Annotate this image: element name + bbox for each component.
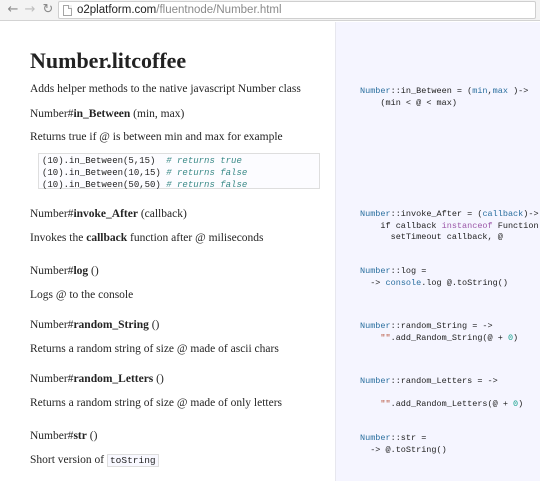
section-desc-random-string: Returns a random string of size @ made o… — [30, 343, 279, 355]
code-str: Number::str = -> @.toString() — [360, 433, 447, 455]
reload-icon[interactable]: ↻ — [40, 2, 56, 18]
code-in-between: Number::in_Between = (min,max )-> (min <… — [360, 86, 529, 108]
section-heading-in-between: Number#in_Between (min, max) — [30, 108, 185, 120]
example-line: (10).in_Between(50,50) # returns false — [42, 180, 248, 190]
section-desc-log: Logs @ to the console — [30, 289, 134, 301]
example-line: (10).in_Between(10,15) # returns false — [42, 168, 248, 178]
section-desc-invoke-after: Invokes the callback function after @ mi… — [30, 232, 264, 244]
example-code-block: (10).in_Between(5,15) # returns true (10… — [38, 153, 320, 190]
section-desc-in-between: Returns true if @ is between min and max… — [30, 131, 283, 143]
back-arrow-icon[interactable]: ← — [5, 2, 21, 18]
code-invoke-after: Number::invoke_After = (callback)-> if c… — [360, 209, 539, 242]
page-icon — [63, 5, 72, 16]
section-desc-random-letters: Returns a random string of size @ made o… — [30, 397, 283, 409]
code-log: Number::log = -> console.log @.toString(… — [360, 266, 508, 288]
url-host: o2platform.com — [77, 4, 157, 16]
code-column: Number::in_Between = (min,max )-> (min <… — [335, 22, 540, 481]
docs-column: Number.litcoffee Adds helper methods to … — [0, 22, 335, 481]
section-heading-log: Number#log () — [30, 265, 99, 277]
section-heading-random-letters: Number#random_Letters () — [30, 373, 164, 385]
section-heading-random-string: Number#random_String () — [30, 319, 160, 331]
example-line: (10).in_Between(5,15) # returns true — [42, 156, 242, 166]
section-heading-invoke-after: Number#invoke_After (callback) — [30, 208, 187, 220]
intro-text: Adds helper methods to the native javasc… — [30, 83, 301, 95]
url-text[interactable]: o2platform.com/fluentnode/Number.html — [77, 3, 282, 18]
url-path: /fluentnode/Number.html — [156, 4, 282, 16]
address-bar[interactable]: o2platform.com/fluentnode/Number.html — [58, 1, 536, 19]
section-heading-str: Number#str () — [30, 430, 98, 442]
inline-code: toString — [106, 454, 159, 467]
page-title: Number.litcoffee — [30, 48, 187, 73]
code-random-string: Number::random_String = -> "".add_Random… — [360, 321, 519, 343]
forward-arrow-icon[interactable]: → — [22, 2, 38, 18]
browser-toolbar: ← → ↻ o2platform.com/fluentnode/Number.h… — [0, 0, 540, 21]
code-random-letters: Number::random_Letters = -> "".add_Rando… — [360, 376, 524, 409]
section-desc-str: Short version of toString — [30, 454, 159, 467]
